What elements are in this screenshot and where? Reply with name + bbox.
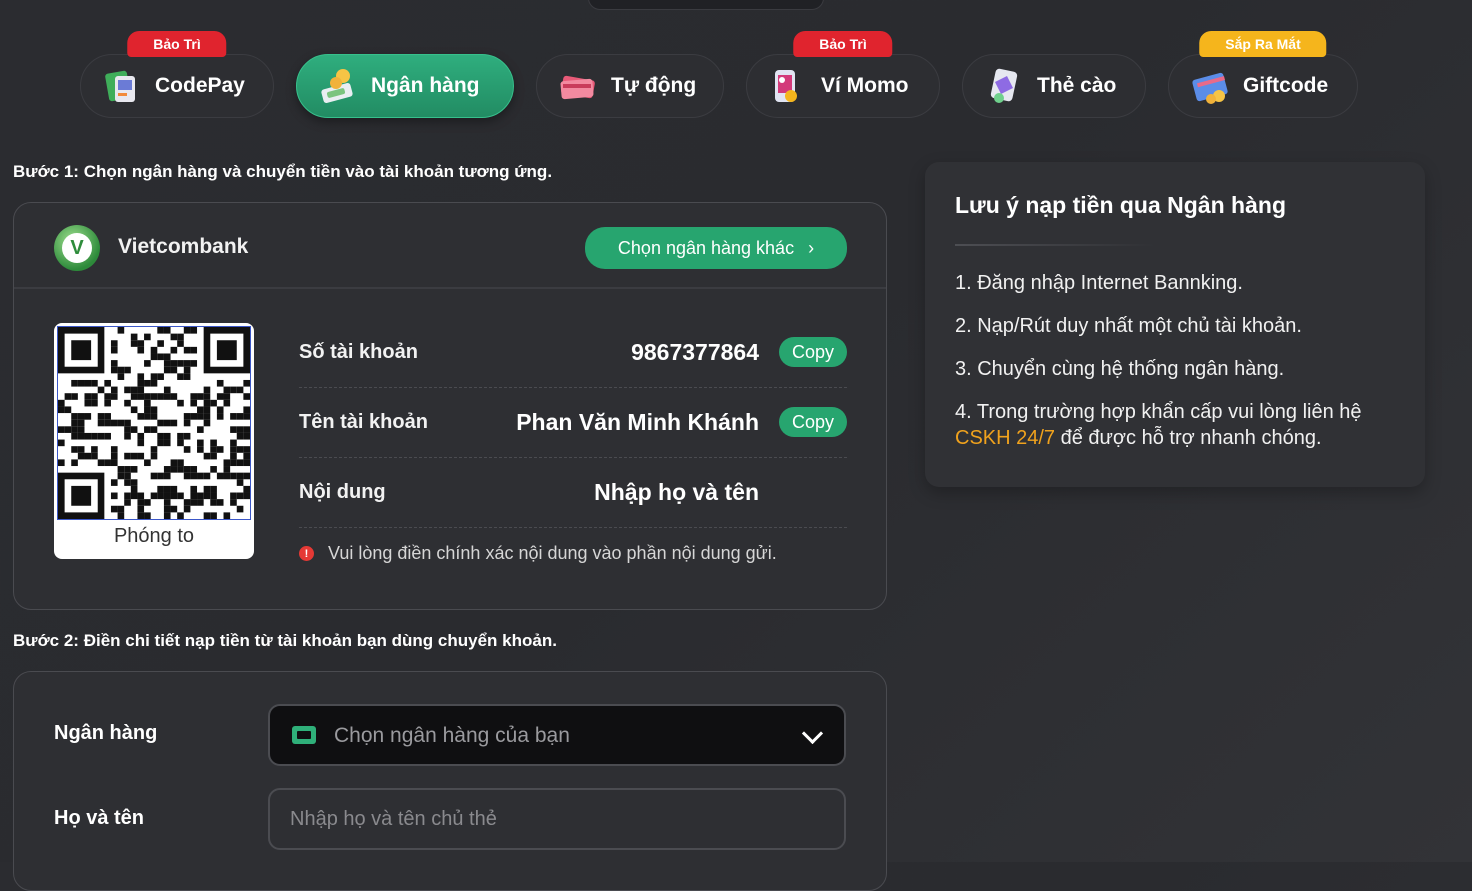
chevron-down-icon [801,722,824,745]
zoom-qr-link[interactable]: Phóng to [54,525,254,548]
alert-icon: ! [299,546,314,561]
qr-code-image [57,326,251,520]
bank-deposit-notes: Lưu ý nạp tiền qua Ngân hàng 1. Đăng nhậ… [925,162,1425,487]
tab-giftcode[interactable]: Sắp Ra Mắt Giftcode [1168,31,1358,118]
coming-soon-badge: Sắp Ra Mắt [1199,31,1327,57]
choose-other-bank-label: Chọn ngân hàng khác [617,237,795,258]
tab-codepay[interactable]: Bảo Trì CodePay [80,31,274,118]
chevron-right-icon: › [808,237,815,258]
bank-money-icon [319,66,357,106]
giftcode-icon [1191,66,1229,106]
full-name-input[interactable] [268,788,846,850]
note-item: 1. Đăng nhập Internet Bannking. [955,272,1243,294]
scratch-card-icon [985,66,1023,106]
tab-auto[interactable]: Tự động [536,54,724,118]
note-text: để được hỗ trợ nhanh chóng. [1055,427,1322,449]
transfer-content-row: Nội dung Nhập họ và tên [299,457,847,528]
note-item-support: 4. Trong trường hợp khẩn cấp vui lòng li… [955,399,1405,451]
choose-other-bank-button[interactable]: Chọn ngân hàng khác › [585,227,847,269]
account-name-row: Tên tài khoản Phan Văn Minh Khánh Copy [299,387,847,458]
tab-label: Giftcode [1243,74,1329,97]
tab-bank[interactable]: Ngân hàng [296,54,514,118]
bank-name: Vietcombank [118,235,249,258]
account-number-value: 9867377864 [631,339,759,365]
maintenance-badge: Bảo Trì [127,31,227,57]
sender-details-card: Ngân hàng Chọn ngân hàng của bạn Họ và t… [13,671,887,891]
account-name-label: Tên tài khoản [299,411,428,433]
codepay-icon [103,66,141,106]
note-text: 4. Trong trường hợp khẩn cấp vui lòng li… [955,401,1362,423]
tab-label: Ngân hàng [371,74,480,97]
note-item: 3. Chuyển cùng hệ thống ngân hàng. [955,358,1285,380]
transfer-content-value: Nhập họ và tên [594,479,759,505]
bank-select-value: Chọn ngân hàng của bạn [334,724,570,747]
transfer-content-label: Nội dung [299,481,386,503]
notes-title: Lưu ý nạp tiền qua Ngân hàng [955,192,1286,218]
support-link[interactable]: CSKH 24/7 [955,427,1055,449]
momo-wallet-icon [769,66,807,106]
copy-account-number-button[interactable]: Copy [779,337,847,367]
qr-code-box[interactable]: Phóng to [54,323,254,559]
account-number-label: Số tài khoản [299,341,418,363]
warning-text: Vui lòng điền chính xác nội dung vào phầ… [328,543,777,563]
bank-select-label: Ngân hàng [54,722,158,744]
copy-account-name-button[interactable]: Copy [779,407,847,437]
bank-icon [292,726,316,744]
bank-select[interactable]: Chọn ngân hàng của bạn [268,704,846,766]
tab-label: Tự động [611,74,697,97]
tab-label: Ví Momo [821,74,909,97]
tab-label: CodePay [155,74,245,97]
full-name-label: Họ và tên [54,807,145,829]
bank-transfer-card: V Vietcombank Chọn ngân hàng khác › Phón… [13,202,887,610]
tab-label: Thẻ cào [1037,74,1117,97]
content-warning: ! Vui lòng điền chính xác nội dung vào p… [299,543,777,564]
vietcombank-logo-icon: V [54,225,100,271]
account-name-value: Phan Văn Minh Khánh [516,409,759,435]
top-bar-stub [588,0,824,10]
tab-momo[interactable]: Bảo Trì Ví Momo [746,31,940,118]
tab-scratch-card[interactable]: Thẻ cào [962,54,1146,118]
bank-header: V Vietcombank Chọn ngân hàng khác › [14,203,886,289]
card-stack-icon [559,66,597,106]
step1-title: Bước 1: Chọn ngân hàng và chuyển tiền và… [13,162,553,181]
step2-title: Bước 2: Điền chi tiết nạp tiền từ tài kh… [13,631,557,650]
notes-divider [955,244,1155,246]
maintenance-badge: Bảo Trì [793,31,893,57]
note-item: 2. Nạp/Rút duy nhất một chủ tài khoản. [955,315,1302,337]
account-number-row: Số tài khoản 9867377864 Copy [299,317,847,388]
